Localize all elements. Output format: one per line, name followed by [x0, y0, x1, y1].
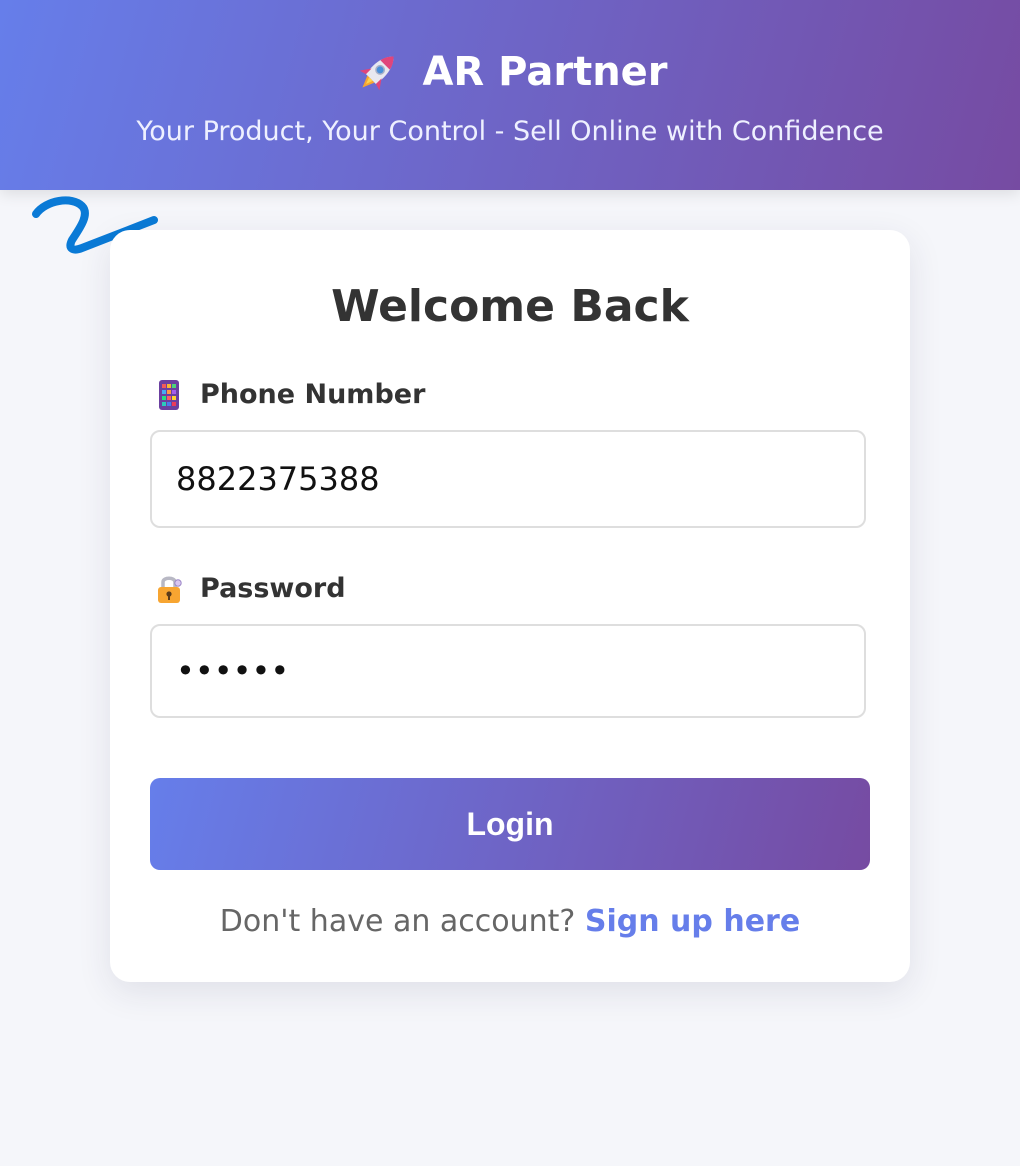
- phone-input[interactable]: [176, 432, 836, 526]
- signup-link[interactable]: Sign up here: [585, 904, 800, 939]
- signup-prompt-line: Don't have an account? Sign up here: [110, 902, 910, 942]
- phone-label: Phone Number: [154, 378, 425, 412]
- login-button[interactable]: Login: [150, 778, 870, 870]
- rocket-icon: [352, 46, 404, 98]
- password-input-box: [150, 624, 866, 718]
- app-header: AR Partner Your Product, Your Control - …: [0, 0, 1020, 190]
- brand: AR Partner: [0, 46, 1020, 98]
- signup-prompt-text: Don't have an account?: [219, 904, 576, 939]
- password-input[interactable]: [176, 626, 836, 716]
- login-heading: Welcome Back: [331, 281, 689, 332]
- password-label-text: Password: [200, 573, 346, 604]
- app-title: AR Partner: [422, 49, 668, 95]
- app-tagline: Your Product, Your Control - Sell Online…: [136, 116, 884, 147]
- login-card: Welcome Back Phone Number 8822375388 Pas…: [110, 230, 910, 982]
- phone-label-text: Phone Number: [200, 379, 426, 410]
- password-label: Password: [154, 572, 346, 606]
- phone-icon: [154, 379, 184, 411]
- lock-icon: [154, 573, 184, 605]
- phone-input-box: [150, 430, 866, 528]
